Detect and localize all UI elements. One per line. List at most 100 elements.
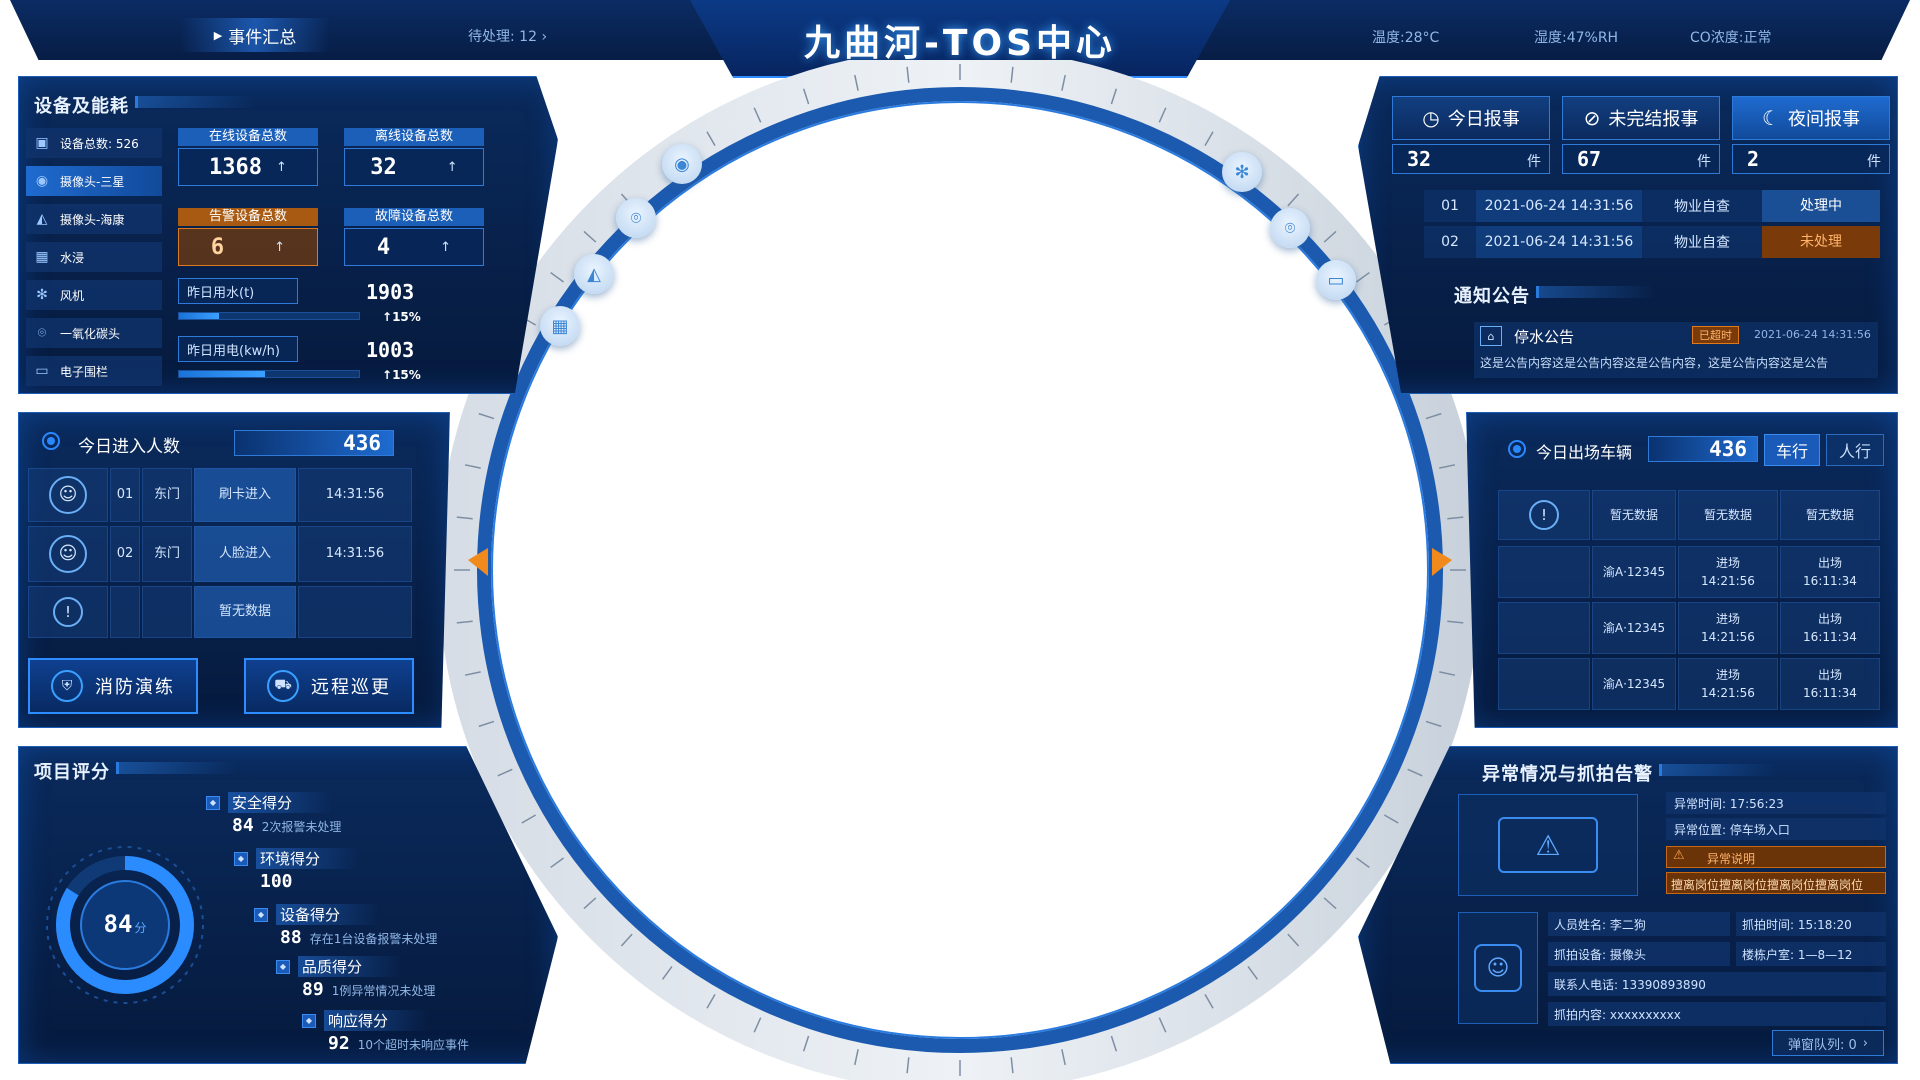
tab-car[interactable]: 车行 (1764, 434, 1820, 466)
entry-row-1-gate: 东门 (142, 468, 192, 522)
notice-item[interactable]: ⌂ 停水公告 已超时 2021-06-24 14:31:56 这是公告内容这是公… (1474, 322, 1878, 378)
vehicles-count-box: 436 (1648, 436, 1758, 462)
vehicle-out-label: 出场 (1817, 556, 1842, 570)
fan-icon[interactable]: ✻ (1222, 152, 1262, 192)
remote-patrol-button[interactable]: ⛟ 远程巡更 (244, 658, 414, 714)
co-level: CO浓度:正常 (1690, 30, 1772, 46)
vehicle-out: 出场 16:11:34 (1780, 546, 1880, 598)
capture-content: 抓拍内容: xxxxxxxxxx (1554, 1008, 1681, 1022)
device-side-item[interactable]: ⌾ 一氧化碳头 (26, 318, 162, 348)
pending-label: 待处理: 12 (468, 29, 537, 45)
alert-desc-label: 异常说明 (1707, 852, 1756, 866)
ban-icon: ⊘ (1583, 106, 1601, 130)
report-row-type: 物业自查 (1674, 199, 1730, 215)
water-change: ↑15% (382, 310, 421, 324)
device-side-item[interactable]: ▣ 设备总数: 526 (26, 128, 162, 158)
capture-time-row: 抓拍时间: 15:18:20 (1736, 912, 1886, 936)
water-sensor-icon[interactable]: ▦ (540, 306, 580, 346)
report-count-box: 67 件 (1562, 144, 1720, 174)
report-tab[interactable]: ⊘ 未完结报事 (1562, 96, 1720, 140)
pending-link[interactable]: 待处理: 12 › (468, 26, 547, 46)
radio-icon (1508, 440, 1526, 458)
person-name: 人员姓名: 李二狗 (1554, 918, 1646, 932)
vehicle-row-thumb (1498, 546, 1590, 598)
popup-queue-button[interactable]: 弹窗队列: 0 › (1772, 1030, 1884, 1056)
notice-title: 通知公告 (1454, 282, 1656, 308)
water-icon: ▦ (35, 249, 49, 265)
report-row[interactable]: 01 2021-06-24 14:31:56 物业自查 处理中 (1424, 190, 1880, 222)
device-side-item[interactable]: ◭ 摄像头-海康 (26, 204, 162, 234)
notice-content: 这是公告内容这是公告内容这是公告内容，这是公告内容这是公告 (1480, 356, 1829, 370)
camera-icon[interactable]: ⌾ (616, 198, 656, 238)
device-side-item[interactable]: ▭ 电子围栏 (26, 356, 162, 386)
camera-icon: ◉ (35, 173, 49, 189)
score-total: 84 分 (40, 910, 210, 938)
entry-row-2-time: 14:31:56 (298, 526, 412, 582)
vehicle-out-label: 出场 (1817, 668, 1842, 682)
power-usage-bar (178, 370, 360, 378)
eye-icon[interactable]: ◉ (662, 144, 702, 184)
score-total-value: 84 (103, 910, 133, 938)
camera-icon[interactable]: ⌾ (1270, 208, 1310, 248)
report-tab[interactable]: ◷ 今日报事 (1392, 96, 1550, 140)
entry-row-1-time: 14:31:56 (298, 468, 412, 522)
vehicle-plate: 渝A·12345 (1592, 546, 1676, 598)
warning-icon: ⚠ (1498, 817, 1598, 873)
report-row[interactable]: 02 2021-06-24 14:31:56 物业自查 未处理 (1424, 226, 1880, 258)
power-value: 1003 (366, 338, 415, 362)
report-tab[interactable]: ☾ 夜间报事 (1732, 96, 1890, 140)
device-side-item[interactable]: ▦ 水浸 (26, 242, 162, 272)
vehicle-empty: 暂无数据 (1780, 490, 1880, 540)
online-value: 1368 (209, 154, 263, 180)
fault-value: 4 (376, 234, 391, 260)
offline-value: 32 (370, 154, 397, 180)
power-change: ↑15% (382, 368, 421, 382)
notice-icon: ⌂ (1480, 326, 1502, 346)
vehicle-in: 进场 14:21:56 (1678, 602, 1778, 654)
online-card: 在线设备总数 1368 ↑ (178, 128, 318, 186)
online-label: 在线设备总数 (178, 128, 318, 146)
score-item-name: 设备得分 (276, 904, 381, 925)
alert-location: 异常位置: 停车场入口 (1674, 823, 1790, 837)
warning-box: ⚠ (1458, 794, 1638, 896)
vehicles-title: 今日出场车辆 (1536, 443, 1633, 462)
entry-title: 今日进入人数 (78, 437, 180, 457)
device-side-item[interactable]: ✻ 风机 (26, 280, 162, 310)
face-scan-icon: ☺ (1474, 944, 1522, 992)
water-label-box: 昨日用水(t) (178, 278, 298, 304)
score-item: ◆ 设备得分 88 存在1台设备报警未处理 (254, 904, 504, 948)
events-tab[interactable]: ▶ 事件汇总 (180, 18, 330, 52)
face-box: ☺ (1458, 912, 1538, 1024)
alert-desc-row: ⚠ 异常说明 (1666, 846, 1886, 868)
notice-time: 2021-06-24 14:31:56 (1754, 328, 1871, 341)
moon-icon: ☾ (1762, 106, 1780, 130)
notice-overdue-badge: 已超时 (1692, 326, 1739, 344)
vehicle-in-label: 进场 (1715, 668, 1740, 682)
score-item-note: 存在1台设备报警未处理 (309, 932, 438, 946)
offline-label: 离线设备总数 (344, 128, 484, 146)
alert-desc: 擅离岗位擅离岗位擅离岗位擅离岗位 (1671, 878, 1864, 892)
capture-time: 抓拍时间: 15:18:20 (1742, 918, 1852, 932)
cctv-icon[interactable]: ◭ (574, 254, 614, 294)
center-ring (440, 60, 1480, 1080)
report-count: 2 (1747, 147, 1760, 171)
score-item-note: 2次报警未处理 (261, 820, 342, 834)
alarm-card: 告警设备总数 6 ↑ (178, 208, 318, 266)
vehicle-in-label: 进场 (1715, 556, 1740, 570)
vehicle-in-time: 14:21:56 (1701, 574, 1755, 588)
score-item-value: 89 (302, 979, 324, 1000)
fence-icon[interactable]: ▭ (1316, 260, 1356, 300)
vehicle-in-time: 14:21:56 (1701, 630, 1755, 644)
tab-person[interactable]: 人行 (1826, 434, 1884, 466)
temperature: 温度:28°C (1372, 30, 1440, 46)
score-item-value: 88 (280, 927, 302, 948)
water-usage-bar (178, 312, 360, 320)
screen-icon: ▣ (35, 135, 49, 151)
report-tab-label: 未完结报事 (1608, 109, 1699, 130)
fire-drill-button[interactable]: ⛨ 消防演练 (28, 658, 198, 714)
chevron-right-icon: › (541, 29, 548, 45)
device-side-label: 水浸 (60, 250, 85, 265)
entry-empty: 暂无数据 (194, 586, 296, 638)
device-side-item[interactable]: ◉ 摄像头-三星 (26, 166, 162, 196)
entry-row-2-method: 人脸进入 (194, 526, 296, 582)
